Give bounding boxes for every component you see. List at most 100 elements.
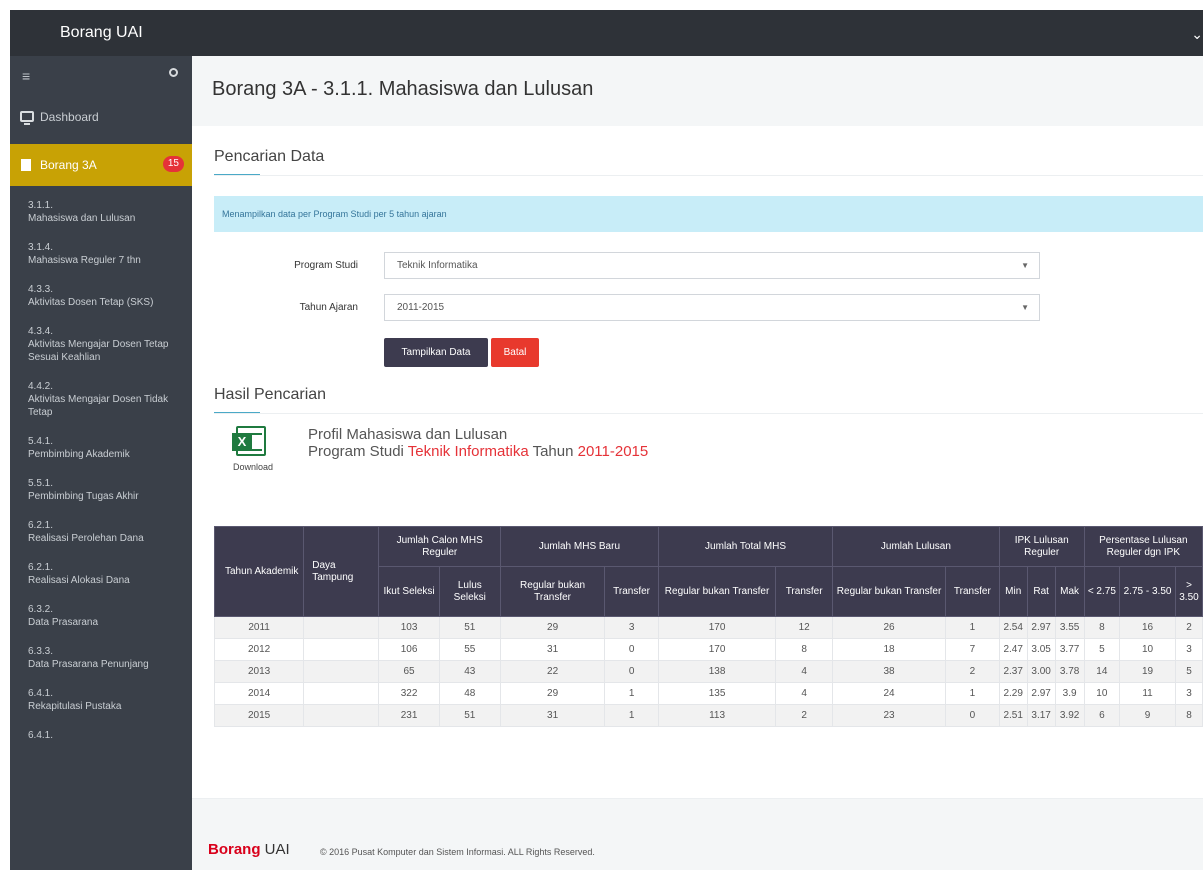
cell-total-tr: 4 — [775, 682, 834, 705]
cell-baru-tr: 0 — [604, 638, 659, 661]
sidebar-subitem[interactable]: 4.3.4. Aktivitas Mengajar Dosen Tetap Ses… — [10, 318, 192, 373]
sidebar-subitem-code: 4.3.3. — [28, 284, 54, 295]
program-studi-select[interactable]: Teknik Informatika ▼ — [384, 252, 1040, 279]
table-row: 2014 322 48 29 1 135 4 24 1 2.29 2.97 3.9 10 11 3 — [213, 682, 1203, 705]
sidebar-item-dashboard[interactable]: Dashboard — [10, 98, 192, 136]
sidebar-subitem[interactable]: 3.1.1. Mahasiswa dan Lulusan — [10, 192, 192, 234]
chevron-down-icon[interactable]: ⌄ — [1191, 26, 1203, 43]
form-row-program: Program Studi Teknik Informatika ▼ — [192, 252, 1203, 282]
monitor-icon — [20, 111, 34, 125]
sidebar-subitem-label: Realisasi Alokasi Dana — [28, 575, 130, 586]
cell-total-reg: 113 — [657, 704, 777, 727]
table-row: 2011 103 51 29 3 170 12 26 1 2.54 2.97 3.55 8 16 2 — [213, 616, 1203, 639]
cell-min: 2.29 — [998, 682, 1028, 705]
sidebar-subitem[interactable]: 3.1.4. Mahasiswa Reguler 7 thn — [10, 234, 192, 276]
cell-min: 2.47 — [998, 638, 1028, 661]
cell-ikut: 65 — [378, 660, 440, 683]
tahun-ajaran-select[interactable]: 2011-2015 ▼ — [384, 294, 1040, 321]
app-brand[interactable]: Borang UAI — [10, 10, 192, 56]
cell-tahun: 2012 — [213, 638, 305, 661]
sidebar-subitem[interactable]: 6.2.1. Realisasi Perolehan Dana — [10, 512, 192, 554]
header-tahun-akademik: Tahun Akademik — [213, 526, 305, 617]
cell-ikut: 103 — [378, 616, 440, 639]
cell-daya — [303, 660, 380, 683]
hamburger-icon[interactable]: ≡ — [22, 68, 30, 84]
cell-lul-tr: 2 — [944, 660, 1000, 683]
result-section: Hasil Pencarian X Download Profil Mahasi… — [192, 368, 1203, 484]
cell-total-reg: 138 — [657, 660, 777, 683]
sidebar-subitem-code: 3.1.4. — [28, 242, 54, 253]
cell-baru-tr: 3 — [604, 616, 659, 639]
sidebar-subitem[interactable]: 6.3.3. Data Prasarana Penunjang — [10, 638, 192, 680]
cell-lul-tr: 1 — [944, 682, 1000, 705]
table-header-row: Tahun Akademik Daya Tampung Jumlah Calon… — [213, 526, 1203, 617]
download-label[interactable]: Download — [233, 462, 273, 472]
cell-min: 2.54 — [998, 616, 1028, 639]
header-lulusan-regular: Regular bukan Transfer — [832, 566, 946, 617]
header-calon-mhs: Jumlah Calon MHS Reguler — [378, 526, 501, 567]
profile-tahun-word: Tahun — [528, 443, 578, 460]
sidebar-subitem-code: 6.3.2. — [28, 604, 54, 615]
document-icon — [21, 159, 31, 171]
cell-total-reg: 135 — [657, 682, 777, 705]
sidebar-subitem-code: 6.4.1. — [28, 730, 54, 741]
cell-total-tr: 2 — [775, 704, 834, 727]
cell-mak: 3.92 — [1054, 704, 1085, 727]
sidebar-subitem[interactable]: 5.5.1. Pembimbing Tugas Akhir — [10, 470, 192, 512]
header-baru-regular: Regular bukan Transfer — [499, 566, 606, 617]
cell-lulus: 51 — [438, 616, 501, 639]
cell-lulus: 55 — [438, 638, 501, 661]
sidebar-subitem[interactable]: 6.4.1. — [10, 722, 192, 751]
sidebar-subitem-label: Data Prasarana — [28, 617, 99, 628]
header-ipk-min: Min — [998, 566, 1028, 617]
cell-total-tr: 12 — [775, 616, 834, 639]
cell-lul-reg: 26 — [832, 616, 946, 639]
table-row: 2015 231 51 31 1 113 2 23 0 2.51 3.17 3.92 6 9 8 — [213, 704, 1203, 727]
header-baru-transfer: Transfer — [604, 566, 659, 617]
batal-button[interactable]: Batal — [491, 338, 539, 367]
sidebar-subitem-code: 6.4.1. — [28, 688, 54, 699]
cell-lul-reg: 38 — [832, 660, 946, 683]
cell-tahun: 2014 — [213, 682, 305, 705]
sidebar-subitem-label: Aktivitas Mengajar Dosen Tetap Sesuai Ke… — [28, 339, 169, 363]
cell-mak: 3.55 — [1054, 616, 1085, 639]
cell-p1: 14 — [1083, 660, 1121, 683]
cell-baru-reg: 29 — [499, 616, 606, 639]
sidebar-subitem[interactable]: 6.4.1. Rekapitulasi Pustaka — [10, 680, 192, 722]
sidebar: ≡ Dashboard Borang 3A 15 3.1.1. Mahasiswa… — [10, 56, 192, 870]
profile-year: 2011-2015 — [577, 443, 649, 460]
sidebar-subitem[interactable]: 6.3.2. Data Prasarana — [10, 596, 192, 638]
sidebar-subitem[interactable]: 5.4.1. Pembimbing Akademik — [10, 428, 192, 470]
cell-rat: 3.05 — [1026, 638, 1056, 661]
sidebar-subitem[interactable]: 4.3.3. Aktivitas Dosen Tetap (SKS) — [10, 276, 192, 318]
sidebar-subitem-label: Aktivitas Dosen Tetap (SKS) — [28, 297, 154, 308]
info-alert: Menampilkan data per Program Studi per 5… — [214, 196, 1203, 232]
header-mhs-baru: Jumlah MHS Baru — [499, 526, 659, 567]
cell-ikut: 106 — [378, 638, 440, 661]
footer-brand-bold: Borang — [208, 841, 261, 858]
sidebar-subitem[interactable]: 6.2.1. Realisasi Alokasi Dana — [10, 554, 192, 596]
cell-p2: 11 — [1119, 682, 1176, 705]
cell-baru-reg: 29 — [499, 682, 606, 705]
header-lulusan-transfer: Transfer — [944, 566, 1000, 617]
section-divider — [214, 175, 1203, 176]
profile-line2: Program Studi Teknik Informatika Tahun 2… — [308, 443, 648, 460]
program-studi-label: Program Studi — [294, 260, 358, 271]
caret-down-icon: ▼ — [1021, 303, 1029, 312]
sidebar-subitem-label: Pembimbing Tugas Akhir — [28, 491, 139, 502]
result-header: X Download Profil Mahasiswa dan Lulusan … — [192, 414, 1203, 484]
cell-ikut: 231 — [378, 704, 440, 727]
cell-mak: 3.77 — [1054, 638, 1085, 661]
sidebar-subitem[interactable]: 4.4.2. Aktivitas Mengajar Dosen Tidak Tet… — [10, 373, 192, 428]
sidebar-subitem-code: 5.5.1. — [28, 478, 54, 489]
cell-lulus: 48 — [438, 682, 501, 705]
cell-lulus: 43 — [438, 660, 501, 683]
sidebar-item-borang-3a[interactable]: Borang 3A 15 — [10, 144, 192, 186]
cell-lul-tr: 0 — [944, 704, 1000, 727]
excel-download-icon[interactable]: X — [232, 426, 266, 456]
table-body: 2011 103 51 29 3 170 12 26 1 2.54 2.97 3.55 8 16 2 2012… — [213, 616, 1203, 727]
tampilkan-data-button[interactable]: Tampilkan Data — [384, 338, 488, 367]
cell-lulus: 51 — [438, 704, 501, 727]
cell-tahun: 2015 — [213, 704, 305, 727]
power-icon[interactable] — [169, 68, 178, 77]
